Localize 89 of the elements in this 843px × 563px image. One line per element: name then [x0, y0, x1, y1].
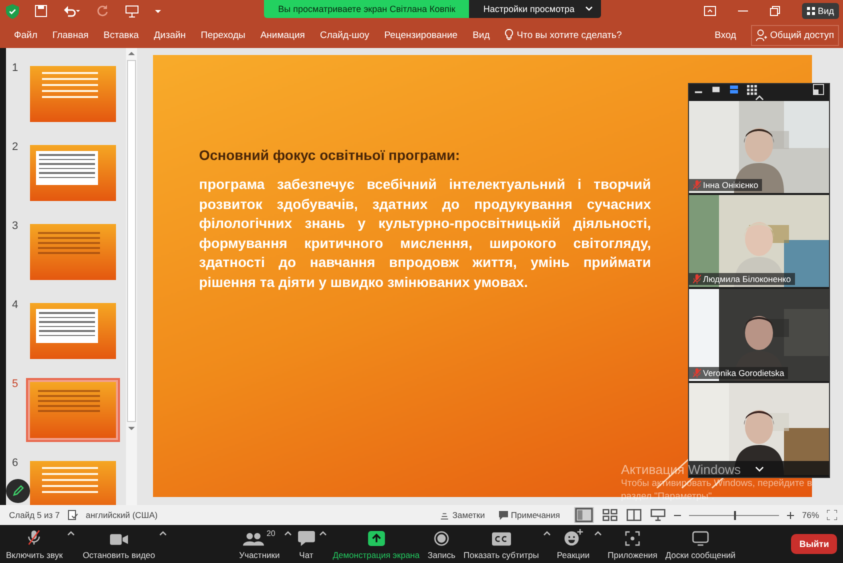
ribbon-tab[interactable]: Переходы [200, 30, 246, 40]
ribbon-tab[interactable]: Вставка [104, 30, 139, 40]
video-camera-icon [110, 532, 128, 546]
whiteboard-icon [692, 530, 709, 546]
caret-icon[interactable] [66, 530, 75, 536]
single-view-icon[interactable] [711, 85, 721, 94]
exit-fullscreen-icon[interactable] [813, 84, 824, 95]
caret-icon[interactable] [594, 530, 602, 536]
sign-in-link[interactable]: Вход [714, 30, 736, 40]
view-settings-button[interactable]: Настройки просмотра [469, 0, 601, 18]
comments-button[interactable]: Примечания [498, 510, 560, 520]
ribbon-tab[interactable]: Дизайн [154, 30, 186, 40]
grid-icon [806, 7, 815, 15]
ribbon-tab[interactable]: Файл [14, 30, 38, 40]
normal-view-icon[interactable] [574, 507, 594, 523]
comment-icon [498, 510, 508, 520]
strip-view-icon[interactable] [729, 84, 739, 95]
ribbon-tab[interactable]: Анимация [260, 30, 305, 40]
search-field[interactable]: Что вы хотите сделать? [504, 29, 627, 41]
fit-to-window-icon[interactable] [827, 510, 837, 520]
apps-icon [625, 530, 640, 546]
slide-number: 5 [12, 378, 20, 390]
participants-button[interactable]: 20 Участники [237, 526, 282, 562]
participant-name: Veronika Gorodietska [703, 368, 784, 378]
view-button[interactable]: Вид [802, 3, 839, 19]
captions-icon [492, 532, 511, 546]
person-add-icon [756, 28, 768, 42]
video-button[interactable]: Остановить видео [80, 526, 158, 562]
slide-number: 1 [12, 62, 20, 74]
notes-button[interactable]: Заметки [440, 510, 485, 520]
ribbon-tab[interactable]: Главная [52, 30, 89, 40]
caret-icon[interactable] [155, 8, 161, 14]
smiley-add-icon [564, 528, 583, 546]
slide-thumbnail[interactable] [26, 378, 120, 442]
slide-heading: Основний фокус освітньої програми: [199, 147, 461, 163]
slide-number: 4 [12, 299, 20, 311]
share-screen-icon [368, 530, 385, 546]
apps-button[interactable]: Приложения [606, 526, 660, 562]
language-label[interactable]: английский (США) [86, 510, 158, 520]
save-icon[interactable] [35, 5, 47, 17]
scroll-up-icon[interactable] [128, 51, 135, 56]
captions-button[interactable]: Показать субтитры [461, 526, 541, 562]
caret-icon[interactable] [159, 530, 168, 536]
zoom-in-icon[interactable] [786, 512, 794, 518]
slide-number: 3 [12, 220, 20, 232]
caret-icon [584, 6, 593, 12]
grid-view-icon[interactable] [747, 84, 757, 94]
chevron-up-icon[interactable] [754, 95, 764, 101]
screen-share-banner: Вы просматриваете экран Світлана Ковпік [264, 0, 470, 18]
shield-icon[interactable] [6, 4, 19, 18]
slideshow-icon[interactable] [650, 508, 666, 522]
ribbon-tab[interactable]: Вид [472, 30, 490, 40]
participant-name: Людмила Білоконенко [703, 274, 791, 284]
ribbon-tab[interactable]: Слайд-шоу [320, 30, 370, 40]
slide-number: 6 [12, 457, 20, 469]
people-icon [243, 532, 264, 546]
participant-count: 20 [266, 528, 276, 538]
caret-icon[interactable] [318, 530, 327, 536]
mic-button[interactable]: Включить звук [4, 526, 65, 562]
whiteboard-button[interactable]: Доски сообщений [663, 526, 738, 562]
ribbon-display-icon[interactable] [704, 6, 716, 16]
slide-number: 2 [12, 141, 20, 153]
slide-counter: Слайд 5 из 7 [9, 510, 60, 520]
ribbon-tab[interactable]: Рецензирование [384, 30, 458, 40]
lightbulb-icon [504, 29, 513, 41]
share-button[interactable]: Общий доступ [751, 24, 839, 46]
maximize-icon[interactable] [770, 6, 780, 16]
scrollbar[interactable] [126, 48, 137, 505]
presentation-icon[interactable] [125, 4, 139, 18]
participant-name: Інна Онікієнко [703, 180, 758, 190]
pencil-icon [12, 485, 24, 497]
caret-icon[interactable] [542, 530, 551, 536]
slide-sorter-icon[interactable] [602, 508, 618, 522]
leave-button[interactable]: Выйти [791, 534, 837, 554]
slide-body-text: програма забезпечує всебічний інтелектуальний і творчий розвиток здобувачів, здатних до продукування сучасних філологічних знань у культурно-просвітницькій діяльності, формування критичного мислення, широкого світогляду, здатності до навчання впродовж життя, умінь приймати рішення та діяти у швидко змінюваних умовах. [199, 175, 651, 292]
chevron-down-icon[interactable] [754, 466, 764, 472]
chat-button[interactable]: Чат [296, 526, 317, 562]
caret-icon[interactable] [284, 530, 292, 536]
reactions-button[interactable]: Реакции [554, 526, 592, 562]
record-button[interactable]: Запись [426, 526, 458, 562]
scroll-down-icon[interactable] [128, 426, 135, 431]
record-icon [434, 530, 450, 546]
reading-view-icon[interactable] [626, 508, 642, 522]
undo-icon[interactable] [63, 5, 81, 17]
zoom-percentage[interactable]: 76% [802, 510, 819, 520]
spellcheck-icon [68, 510, 78, 520]
share-button[interactable]: Демонстрация экрана [330, 526, 422, 562]
chat-bubble-icon [298, 530, 315, 546]
notes-icon [440, 510, 450, 520]
